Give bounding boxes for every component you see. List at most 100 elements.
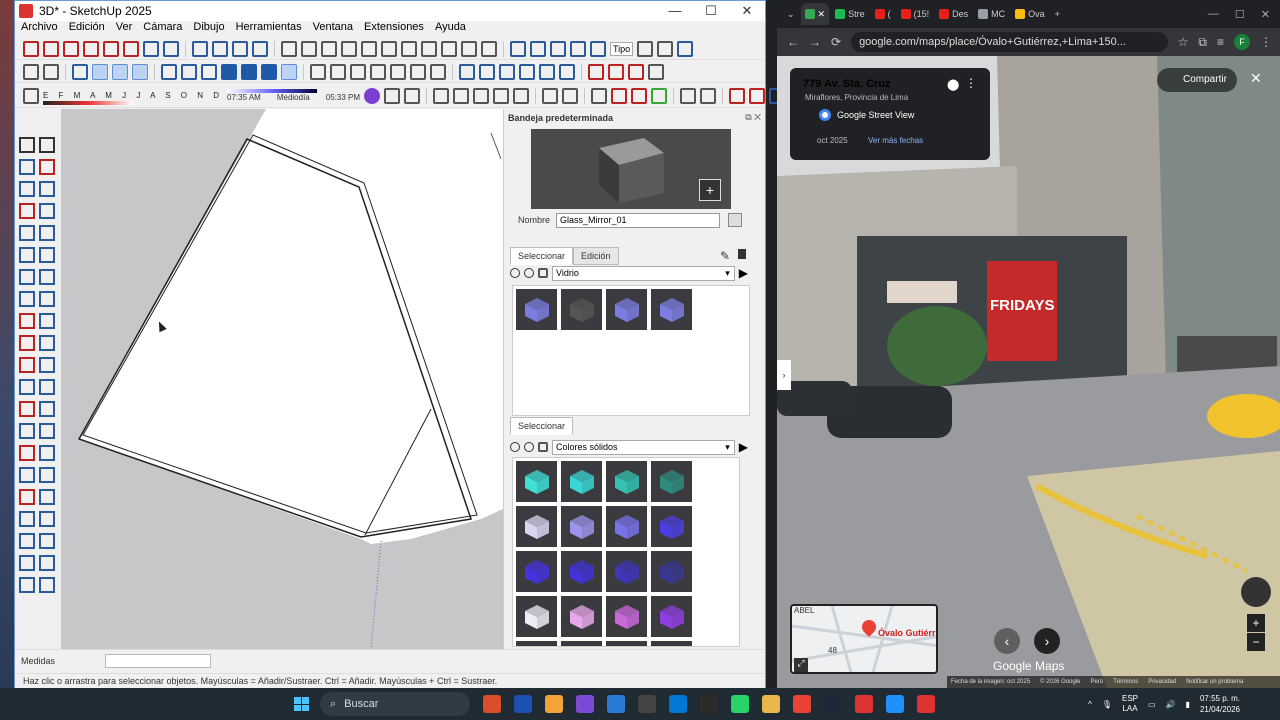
zoom-in-button[interactable]: + xyxy=(1247,614,1265,632)
sandbox-icon[interactable] xyxy=(510,40,526,57)
section-plane-icon[interactable] xyxy=(588,63,604,80)
solid-1-icon[interactable] xyxy=(459,63,475,80)
extensions-icon[interactable]: ⧉ xyxy=(1198,35,1207,50)
shadow-date-slider[interactable]: E F M A M J J A S O N D xyxy=(43,87,223,105)
taskbar-app-icon[interactable] xyxy=(700,695,718,713)
check-icon[interactable] xyxy=(637,40,654,57)
tab-seleccionar-2[interactable]: Seleccionar xyxy=(510,417,574,435)
compass-icon[interactable] xyxy=(513,87,530,104)
fur-icon[interactable] xyxy=(729,87,746,104)
walk-tool-icon[interactable] xyxy=(39,511,55,527)
next-photo-button[interactable]: › xyxy=(1034,628,1060,654)
battery-icon[interactable]: ▮ xyxy=(1186,700,1190,709)
pan-icon[interactable] xyxy=(143,40,159,57)
color-swatch[interactable] xyxy=(606,461,647,502)
text-icon[interactable] xyxy=(648,63,664,80)
monochrome-icon[interactable] xyxy=(281,63,297,80)
material-name-field[interactable]: Glass_Mirror_01 xyxy=(556,213,720,228)
back-view-icon[interactable] xyxy=(241,63,257,80)
freehand-icon[interactable] xyxy=(39,203,55,219)
tab-0[interactable]: Stre xyxy=(831,3,869,25)
offset-icon[interactable] xyxy=(39,357,55,373)
pie-icon[interactable] xyxy=(19,291,35,307)
footer-country[interactable]: Perú xyxy=(1091,679,1104,685)
cube-tool-icon[interactable] xyxy=(384,87,401,104)
taskbar-app-icon[interactable] xyxy=(483,695,501,713)
lasso-icon[interactable] xyxy=(39,137,55,153)
shadow-time-slider[interactable]: 07:35 AM Mediodía 05:33 PM xyxy=(227,89,360,102)
ruby-icon[interactable] xyxy=(657,40,674,57)
maximize-button[interactable]: ☐ xyxy=(693,3,729,19)
color-swatch[interactable] xyxy=(516,551,557,592)
select-tool-icon[interactable] xyxy=(23,40,39,57)
taskbar-app-icon[interactable] xyxy=(514,695,532,713)
taskbar-app-icon[interactable] xyxy=(855,695,873,713)
menu-archivo[interactable]: Archivo xyxy=(21,21,58,37)
text-tool-icon[interactable] xyxy=(39,401,55,417)
plugin-p-icon[interactable] xyxy=(364,87,381,104)
settings-icon[interactable] xyxy=(542,87,559,104)
box-tool-2-icon[interactable] xyxy=(330,63,346,80)
line-icon[interactable] xyxy=(19,203,35,219)
menu-ventana[interactable]: Ventana xyxy=(313,21,353,37)
solid-5-icon[interactable] xyxy=(539,63,555,80)
box-tool-6-icon[interactable] xyxy=(410,63,426,80)
section-cut-icon[interactable] xyxy=(628,63,644,80)
color-swatch[interactable] xyxy=(516,506,557,547)
new-file-icon[interactable] xyxy=(281,40,297,57)
user-icon[interactable] xyxy=(43,63,59,80)
url-field[interactable]: google.com/maps/place/Óvalo+Gutiérrez,+L… xyxy=(851,32,1168,52)
previous-photo-button[interactable]: ‹ xyxy=(994,628,1020,654)
position-camera-icon[interactable] xyxy=(19,511,35,527)
redo-icon[interactable] xyxy=(441,40,457,57)
tag-icon[interactable] xyxy=(39,181,55,197)
color-swatch[interactable] xyxy=(561,506,602,547)
street-view[interactable]: FRIDAYS 779 Av. Sta. Cruz ⬤ ⋮ Miraflores… xyxy=(777,56,1280,688)
card-more-icon[interactable]: ⋮ xyxy=(965,76,977,90)
color-swatch[interactable] xyxy=(561,461,602,502)
circle-icon[interactable] xyxy=(19,247,35,263)
walk-icon[interactable] xyxy=(163,40,179,57)
tipo-field[interactable]: Tipo xyxy=(610,41,634,56)
color-swatch[interactable] xyxy=(516,596,557,637)
footer-terms[interactable]: Términos xyxy=(1113,679,1138,685)
library-select-vidrio[interactable]: Vidrio xyxy=(552,265,735,281)
3d-text-icon[interactable] xyxy=(39,423,55,439)
close-street-view-icon[interactable]: ✕ xyxy=(1250,70,1262,87)
box-tool-3-icon[interactable] xyxy=(350,63,366,80)
polygon-icon[interactable] xyxy=(39,247,55,263)
tape-icon[interactable] xyxy=(19,379,35,395)
color-swatch[interactable] xyxy=(561,641,602,646)
zoom-extents-tool-icon[interactable] xyxy=(19,489,35,505)
profile-avatar[interactable]: F xyxy=(1234,34,1250,50)
chrome-minimize-button[interactable]: — xyxy=(1208,8,1219,21)
paste-icon[interactable] xyxy=(381,40,397,57)
volume-icon[interactable]: 🔊 xyxy=(1166,700,1176,709)
footer-privacy[interactable]: Privacidad xyxy=(1148,679,1176,685)
glass-swatch[interactable] xyxy=(651,289,692,330)
extension-tool-icon[interactable] xyxy=(39,555,55,571)
orbit-tool-icon[interactable] xyxy=(19,445,35,461)
reload-icon[interactable]: ⟳ xyxy=(831,35,841,49)
tab-3[interactable]: Des xyxy=(935,3,972,25)
menu-ayuda[interactable]: Ayuda xyxy=(435,21,466,37)
tab-seleccionar[interactable]: Seleccionar xyxy=(510,247,574,265)
scale-icon[interactable] xyxy=(19,357,35,373)
right-view-icon[interactable] xyxy=(221,63,237,80)
tab-search-button[interactable]: ⌄ xyxy=(783,3,799,25)
glass-swatch[interactable] xyxy=(561,289,602,330)
details-arrow-2-icon[interactable]: ▶ xyxy=(739,440,748,454)
zoom-icon[interactable] xyxy=(83,40,99,57)
cut-icon[interactable] xyxy=(341,40,357,57)
windows-start-icon[interactable] xyxy=(294,697,309,711)
measurements-input[interactable] xyxy=(105,654,211,668)
save-icon[interactable] xyxy=(321,40,337,57)
warehouse-icon[interactable] xyxy=(192,40,208,57)
add-detail-icon[interactable] xyxy=(570,40,586,57)
paint-tool-icon[interactable] xyxy=(63,40,79,57)
look-around-icon[interactable] xyxy=(19,533,35,549)
sample-paint-icon[interactable]: ✎ xyxy=(720,249,730,263)
push-pull-icon[interactable] xyxy=(39,313,55,329)
styles-icon[interactable] xyxy=(252,40,268,57)
layout-icon[interactable] xyxy=(19,577,35,593)
